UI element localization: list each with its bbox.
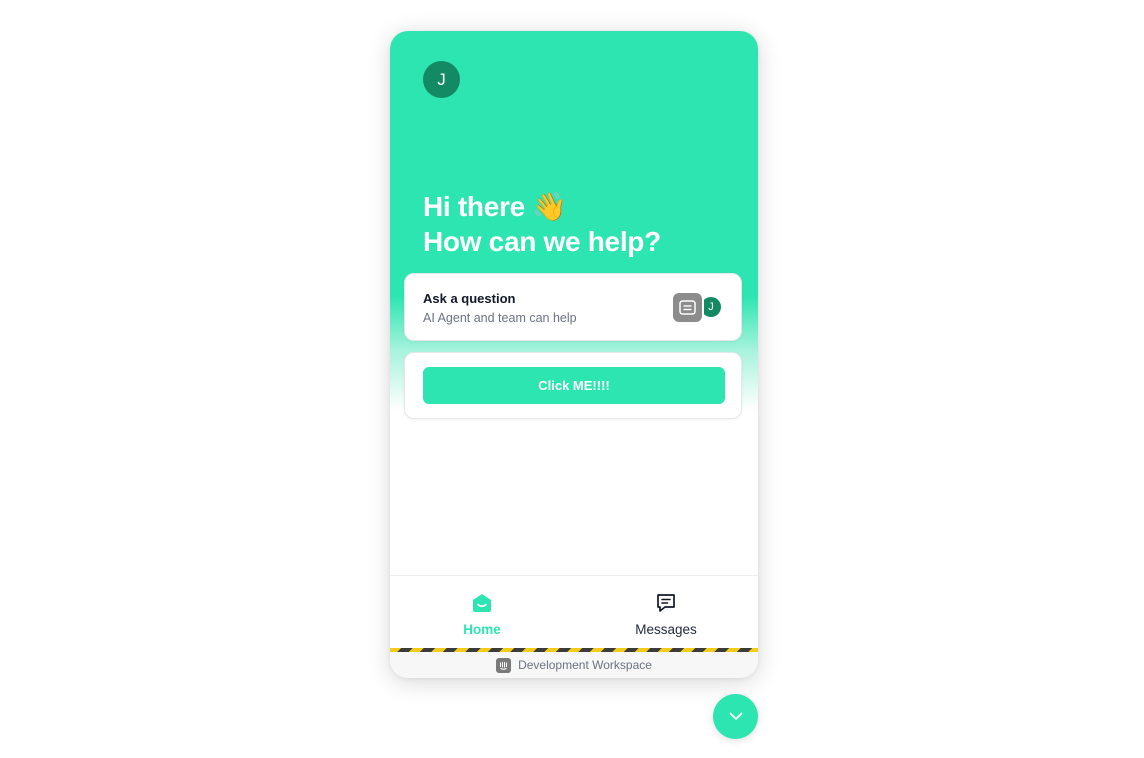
greeting-heading: Hi there 👋 How can we help? bbox=[423, 189, 661, 259]
agent-avatar-initial: J bbox=[708, 301, 714, 313]
greeting-line-1: Hi there 👋 bbox=[423, 191, 567, 222]
dev-workspace-label: Development Workspace bbox=[518, 658, 652, 672]
team-avatar: J bbox=[423, 61, 460, 98]
team-avatar-initial: J bbox=[437, 69, 446, 89]
ask-question-card[interactable]: Ask a question AI Agent and team can hel… bbox=[404, 273, 742, 341]
dev-workspace-bar: Development Workspace bbox=[390, 652, 758, 678]
agent-avatar: J bbox=[701, 297, 721, 317]
messages-icon bbox=[657, 594, 675, 612]
bottom-nav: Home Messages bbox=[390, 575, 758, 650]
chevron-down-icon bbox=[729, 712, 742, 720]
bot-icon bbox=[673, 293, 702, 322]
ask-question-title: Ask a question bbox=[423, 291, 516, 306]
nav-label-messages: Messages bbox=[635, 622, 697, 637]
messenger-launcher-button[interactable] bbox=[713, 694, 758, 739]
messenger-widget: J Hi there 👋 How can we help? Ask a ques… bbox=[390, 31, 758, 678]
nav-tab-messages[interactable]: Messages bbox=[574, 576, 758, 650]
nav-label-home: Home bbox=[463, 622, 501, 637]
intercom-logo-icon bbox=[496, 657, 512, 673]
greeting-line-2: How can we help? bbox=[423, 226, 661, 257]
cta-card: Click ME!!!! bbox=[404, 352, 742, 419]
home-icon bbox=[473, 594, 491, 612]
nav-tab-home[interactable]: Home bbox=[390, 576, 574, 650]
ask-avatars: J bbox=[673, 293, 721, 323]
click-me-button[interactable]: Click ME!!!! bbox=[423, 367, 725, 404]
ask-question-subtitle: AI Agent and team can help bbox=[423, 311, 577, 325]
